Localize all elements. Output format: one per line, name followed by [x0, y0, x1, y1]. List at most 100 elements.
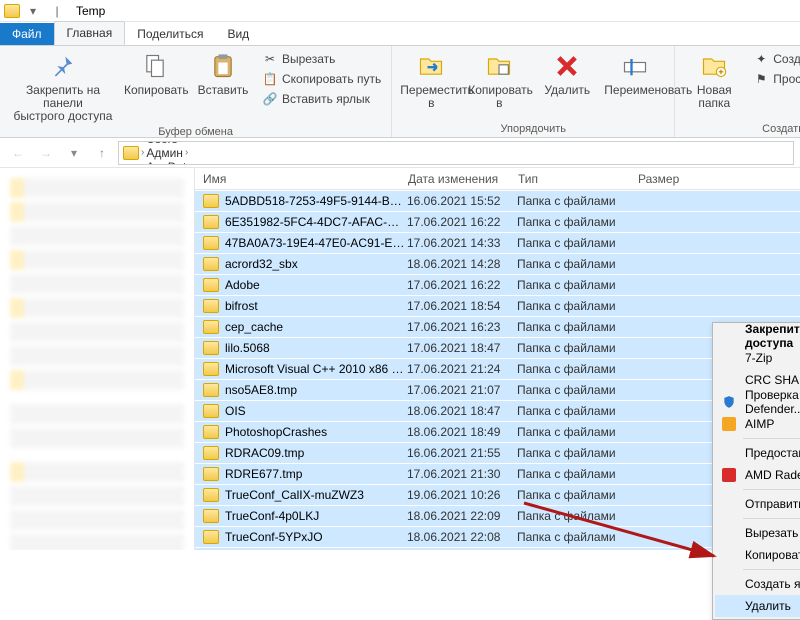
file-row[interactable]: lilo.506817.06.2021 18:47Папка с файлами	[195, 337, 800, 358]
file-row[interactable]: 5ADBD518-7253-49F5-9144-BCA62137D57816.0…	[195, 190, 800, 211]
file-row[interactable]: TrueConf_CalIX-muZWZ319.06.2021 10:26Пап…	[195, 484, 800, 505]
file-row[interactable]: Adobe17.06.2021 16:22Папка с файлами	[195, 274, 800, 295]
file-row[interactable]: 47BA0A73-19E4-47E0-AC91-ECD5D33E67...17.…	[195, 232, 800, 253]
file-row[interactable]: Microsoft Visual C++ 2010 x86 Redistrib.…	[195, 358, 800, 379]
address-bar[interactable]: › Этот компьютер›Локальный диск (C:)›Use…	[118, 141, 794, 165]
column-name[interactable]: Имя	[195, 168, 400, 189]
tab-share[interactable]: Поделиться	[125, 23, 215, 45]
file-date: 18.06.2021 22:09	[407, 509, 517, 523]
ribbon-tabs: Файл Главная Поделиться Вид	[0, 22, 800, 46]
ctx-copy[interactable]: Копировать	[715, 544, 800, 566]
tab-home[interactable]: Главная	[54, 21, 126, 45]
qat-sep-icon: |	[46, 1, 68, 21]
main-area: Имя Дата изменения Тип Размер 5ADBD518-7…	[0, 168, 800, 550]
ribbon: Закрепить на панели быстрого доступа Коп…	[0, 46, 800, 138]
file-name: 5ADBD518-7253-49F5-9144-BCA62137D578	[225, 194, 407, 208]
copy-button[interactable]: Копировать	[124, 50, 186, 97]
ctx-delete[interactable]: Удалить	[715, 595, 800, 617]
file-row[interactable]: RDRAC09.tmp16.06.2021 21:55Папка с файла…	[195, 442, 800, 463]
file-row[interactable]: RDRE677.tmp17.06.2021 21:30Папка с файла…	[195, 463, 800, 484]
folder-icon	[4, 4, 20, 18]
column-size[interactable]: Размер	[630, 168, 800, 189]
ctx-defender[interactable]: Проверка с использованием Microsoft Defe…	[715, 391, 800, 413]
rename-button[interactable]: Переименовать	[604, 50, 666, 97]
file-type: Папка с файлами	[517, 509, 637, 523]
tab-view[interactable]: Вид	[215, 23, 261, 45]
file-row[interactable]: OIS18.06.2021 18:47Папка с файлами	[195, 400, 800, 421]
file-type: Папка с файлами	[517, 299, 637, 313]
address-folder-icon	[123, 146, 139, 160]
ctx-share-access[interactable]: Предоставить доступ к▶	[715, 442, 800, 464]
navigation-pane[interactable]	[0, 168, 195, 550]
column-date[interactable]: Дата изменения	[400, 168, 510, 189]
file-date: 17.06.2021 16:23	[407, 320, 517, 334]
group-clipboard: Закрепить на панели быстрого доступа Коп…	[0, 46, 392, 137]
nav-up-button[interactable]: ↑	[90, 141, 114, 165]
file-date: 19.06.2021 10:26	[407, 488, 517, 502]
ctx-send-to[interactable]: Отправить▶	[715, 493, 800, 515]
quick-access-toolbar: ▾ |	[0, 1, 68, 21]
file-row[interactable]: PhotoshopCrashes18.06.2021 18:49Папка с …	[195, 421, 800, 442]
new-item-button[interactable]: ✦Создать элемент▾	[751, 50, 800, 68]
file-type: Папка с файлами	[517, 383, 637, 397]
delete-button[interactable]: Удалить	[536, 50, 598, 97]
file-name: RDRAC09.tmp	[225, 446, 407, 460]
file-type: Папка с файлами	[517, 257, 637, 271]
copy-path-button[interactable]: 📋Скопировать путь	[260, 70, 383, 88]
paste-shortcut-button[interactable]: 🔗Вставить ярлык	[260, 90, 383, 108]
context-menu: Закрепить на панели быстрого доступа 7-Z…	[712, 322, 800, 620]
folder-icon	[203, 215, 219, 229]
file-date: 17.06.2021 18:54	[407, 299, 517, 313]
folder-icon	[203, 299, 219, 313]
file-row[interactable]: 6E351982-5FC4-4DC7-AFAC-C0208469E2...17.…	[195, 211, 800, 232]
nav-back-button[interactable]: ←	[6, 141, 30, 165]
file-row[interactable]: nso5AE8.tmp17.06.2021 21:07Папка с файла…	[195, 379, 800, 400]
folder-icon	[203, 320, 219, 334]
file-name: 47BA0A73-19E4-47E0-AC91-ECD5D33E67...	[225, 236, 407, 250]
rename-icon	[619, 50, 651, 82]
folder-icon	[203, 194, 219, 208]
window-title: Temp	[76, 4, 105, 18]
easy-access-icon: ⚑	[753, 71, 769, 87]
folder-icon	[203, 425, 219, 439]
group-organize-label: Упорядочить	[400, 121, 666, 137]
folder-icon	[203, 467, 219, 481]
pin-button[interactable]: Закрепить на панели быстрого доступа	[8, 50, 118, 124]
copy-to-icon	[483, 50, 515, 82]
breadcrumb-segment[interactable]: AppData›	[146, 160, 265, 165]
file-row[interactable]: bifrost17.06.2021 18:54Папка с файлами	[195, 295, 800, 316]
copy-to-button[interactable]: Копировать в	[468, 50, 530, 110]
paste-button[interactable]: Вставить	[192, 50, 254, 97]
ctx-pin[interactable]: Закрепить на панели быстрого доступа	[715, 325, 800, 347]
breadcrumb-segment[interactable]: Админ›	[146, 146, 265, 160]
file-row[interactable]: TrueConf-4p0LKJ18.06.2021 22:09Папка с ф…	[195, 505, 800, 526]
file-row[interactable]: acrord32_sbx18.06.2021 14:28Папка с файл…	[195, 253, 800, 274]
file-name: TrueConf_CalIX-muZWZ3	[225, 488, 407, 502]
file-date: 17.06.2021 16:22	[407, 278, 517, 292]
file-date: 17.06.2021 18:47	[407, 341, 517, 355]
cut-button[interactable]: ✂Вырезать	[260, 50, 383, 68]
folder-icon	[203, 530, 219, 544]
column-headers[interactable]: Имя Дата изменения Тип Размер	[195, 168, 800, 190]
nav-down-button[interactable]: ▾	[62, 141, 86, 165]
file-row[interactable]: cep_cache17.06.2021 16:23Папка с файлами	[195, 316, 800, 337]
ctx-cut[interactable]: Вырезать	[715, 522, 800, 544]
file-name: PhotoshopCrashes	[225, 425, 407, 439]
file-date: 18.06.2021 22:08	[407, 530, 517, 544]
file-row[interactable]: TrueConf-5YPxJO18.06.2021 22:08Папка с ф…	[195, 526, 800, 547]
column-type[interactable]: Тип	[510, 168, 630, 189]
move-to-button[interactable]: Переместить в	[400, 50, 462, 110]
ctx-aimp[interactable]: AIMP▶	[715, 413, 800, 435]
new-folder-button[interactable]: Новая папка	[683, 50, 745, 110]
qat-down-icon[interactable]: ▾	[22, 1, 44, 21]
aimp-icon	[721, 416, 737, 432]
easy-access-button[interactable]: ⚑Простой доступ▾	[751, 70, 800, 88]
ctx-7zip[interactable]: 7-Zip▶	[715, 347, 800, 369]
ctx-shortcut[interactable]: Создать ярлык	[715, 573, 800, 595]
file-type: Папка с файлами	[517, 467, 637, 481]
nav-forward-button[interactable]: →	[34, 141, 58, 165]
group-new-label: Создать	[683, 121, 800, 137]
tab-file[interactable]: Файл	[0, 23, 54, 45]
folder-icon	[203, 236, 219, 250]
ctx-amd[interactable]: AMD Radeon Software	[715, 464, 800, 486]
